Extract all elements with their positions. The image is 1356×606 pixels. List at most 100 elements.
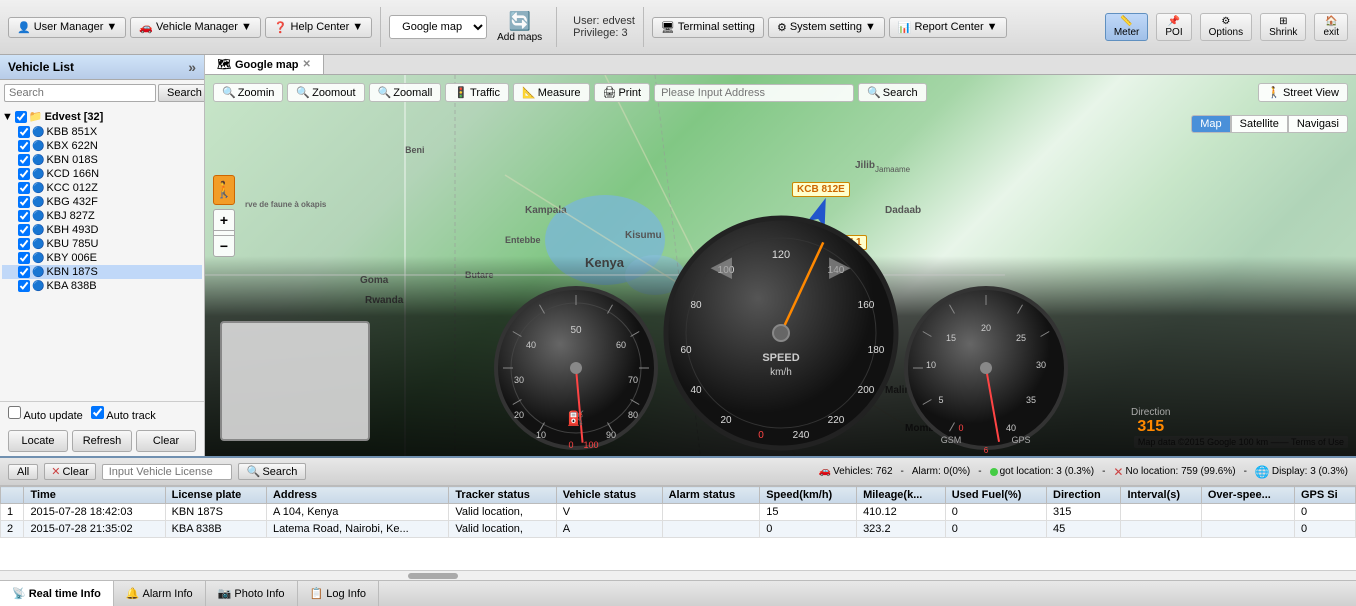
collapse-btn[interactable]: » (188, 59, 196, 75)
street-view-person[interactable]: 🚶 (213, 175, 235, 205)
poi-btn[interactable]: 📌 POI (1156, 13, 1191, 41)
map-type-navigasi[interactable]: Navigasi (1288, 115, 1348, 133)
street-view-btn[interactable]: 🚶 Street View (1258, 83, 1348, 102)
tree-item-kbn187s[interactable]: 🔵 KBN 187S (2, 265, 202, 279)
svg-text:160: 160 (857, 300, 874, 311)
tree-item-kbb851x[interactable]: 🔵 KBB 851X (2, 125, 202, 139)
table-row[interactable]: 12015-07-28 18:42:03KBN 187SA 104, Kenya… (1, 504, 1356, 521)
meter-btn[interactable]: 📏 Meter (1105, 13, 1149, 41)
vehicle-checkbox[interactable] (18, 168, 30, 180)
vehicle-checkbox[interactable] (18, 126, 30, 138)
tree-item-kbh493d[interactable]: 🔵 KBH 493D (2, 223, 202, 237)
auto-update-checkbox[interactable] (8, 406, 21, 419)
clear-btn[interactable]: Clear (136, 430, 196, 452)
action-buttons: Locate Refresh Clear (0, 426, 204, 456)
terminal-setting-btn[interactable]: 🖥 Terminal setting (652, 17, 764, 38)
user-manager-btn[interactable]: 👤 User Manager ▼ (8, 17, 126, 38)
refresh-btn[interactable]: Refresh (72, 430, 132, 452)
map-type-map[interactable]: Map (1191, 115, 1230, 133)
map-tab-close[interactable]: ✕ (303, 59, 311, 70)
vehicle-checkbox[interactable] (18, 252, 30, 264)
svg-text:100: 100 (583, 440, 598, 450)
tree-root[interactable]: ▼ 📁 Edvest [32] (2, 108, 202, 125)
tree-item-kcd166n[interactable]: 🔵 KCD 166N (2, 167, 202, 181)
table-cell: KBA 838B (165, 521, 266, 538)
vehicle-checkbox[interactable] (18, 266, 30, 278)
tree-item-kba838b[interactable]: 🔵 KBA 838B (2, 279, 202, 293)
vehicle-small-icon: 🔵 (32, 225, 44, 236)
table-cell: 315 (1047, 504, 1121, 521)
tab-alarm[interactable]: 🔔 Alarm Info (114, 581, 206, 606)
tree-item-kbu785u[interactable]: 🔵 KBU 785U (2, 237, 202, 251)
vehicle-checkbox[interactable] (18, 280, 30, 292)
gear-icon: ⚙ (777, 21, 787, 34)
table-row[interactable]: 22015-07-28 21:35:02KBA 838BLatema Road,… (1, 521, 1356, 538)
exit-btn[interactable]: 🏠 exit (1314, 13, 1348, 41)
traffic-btn[interactable]: 🚦 Traffic (445, 83, 509, 102)
table-cell: 410.12 (857, 504, 946, 521)
auto-update-label[interactable]: Auto update (8, 406, 83, 422)
data-table-container[interactable]: Time License plate Address Tracker statu… (0, 486, 1356, 570)
zoom-plus-btn[interactable]: + (213, 209, 235, 231)
tree-item-kcc012z[interactable]: 🔵 KCC 012Z (2, 181, 202, 195)
vehicle-manager-btn[interactable]: 🚗 Vehicle Manager ▼ (130, 17, 261, 38)
print-btn[interactable]: 🖨 Print (594, 83, 651, 102)
root-checkbox[interactable] (15, 111, 27, 123)
bottom-data-toolbar: All ✕ Clear 🔍 Search 🚗 Vehicles: 762 - A… (0, 458, 1356, 486)
map-tab-google[interactable]: 🗺 Google map ✕ (205, 55, 324, 74)
tree-item-kbn018s[interactable]: 🔵 KBN 018S (2, 153, 202, 167)
vehicle-small-icon: 🔵 (32, 141, 44, 152)
vehicle-checkbox[interactable] (18, 196, 30, 208)
vehicle-checkbox[interactable] (18, 238, 30, 250)
zoomout-btn[interactable]: 🔍 Zoomout (287, 83, 364, 102)
map-type-satellite[interactable]: Satellite (1231, 115, 1288, 133)
vehicle-checkbox[interactable] (18, 182, 30, 194)
shrink-btn[interactable]: ⊞ Shrink (1260, 13, 1306, 41)
tab-realtime[interactable]: 📡 Real time Info (0, 581, 114, 606)
measure-btn[interactable]: 📐 Measure (513, 83, 590, 102)
vehicle-plate-label: KBX 622N (46, 140, 97, 152)
tab-photo[interactable]: 📷 Photo Info (206, 581, 298, 606)
tree-item-kbg432f[interactable]: 🔵 KBG 432F (2, 195, 202, 209)
vehicle-checkbox[interactable] (18, 154, 30, 166)
tree-item-kby006e[interactable]: 🔵 KBY 006E (2, 251, 202, 265)
vehicle-icon: 🚗 (139, 21, 153, 34)
table-cell: 1 (1, 504, 24, 521)
vehicle-tree[interactable]: ▼ 📁 Edvest [32] 🔵 KBB 851X 🔵 KBX 622N 🔵 … (0, 106, 204, 401)
help-center-btn[interactable]: ❓ Help Center ▼ (265, 17, 372, 38)
tree-item-kbx622n[interactable]: 🔵 KBX 622N (2, 139, 202, 153)
tree-item-kbj827z[interactable]: 🔵 KBJ 827Z (2, 209, 202, 223)
add-maps-btn[interactable]: 🔄 Add maps (491, 9, 548, 45)
nav-arrow-right[interactable]: ▶ (829, 249, 851, 282)
vehicle-plate-label: KBU 785U (46, 238, 98, 250)
zoomall-btn[interactable]: 🔍 Zoomall (369, 83, 442, 102)
map-container[interactable]: Kenya Rwanda Kampala Kisumu Entebbe Jili… (205, 75, 1356, 456)
zoom-minus-btn[interactable]: − (213, 235, 235, 257)
map-search-btn[interactable]: 🔍 Search (858, 83, 927, 102)
system-setting-btn[interactable]: ⚙ System setting ▼ (768, 17, 885, 38)
h-scrollbar-thumb[interactable] (408, 573, 458, 579)
h-scrollbar[interactable] (0, 570, 1356, 580)
vehicle-checkbox[interactable] (18, 224, 30, 236)
auto-track-checkbox[interactable] (91, 406, 104, 419)
locate-btn[interactable]: Locate (8, 430, 68, 452)
svg-text:240: 240 (792, 430, 809, 441)
map-address-input[interactable] (654, 84, 854, 102)
vehicle-search-btn[interactable]: Search (158, 84, 205, 102)
options-btn[interactable]: ⚙ Options (1200, 13, 1252, 41)
speedometer-overlay: 50 40 60 30 70 20 80 10 90 0 100 (205, 256, 1356, 456)
tab-log[interactable]: 📋 Log Info (298, 581, 379, 606)
vehicle-checkbox[interactable] (18, 140, 30, 152)
all-btn[interactable]: All (8, 464, 38, 480)
zoomin-btn[interactable]: 🔍 Zoomin (213, 83, 283, 102)
license-input[interactable] (102, 464, 232, 480)
auto-track-label[interactable]: Auto track (91, 406, 156, 422)
help-icon: ❓ (274, 21, 288, 34)
bottom-clear-btn[interactable]: ✕ Clear (44, 463, 96, 480)
nav-arrow-left[interactable]: ◀ (711, 249, 733, 282)
vehicle-search-input[interactable] (4, 84, 156, 102)
map-select[interactable]: Google map (389, 15, 487, 39)
vehicle-checkbox[interactable] (18, 210, 30, 222)
report-center-btn[interactable]: 📊 Report Center ▼ (889, 17, 1007, 38)
bottom-search-btn[interactable]: 🔍 Search (238, 463, 307, 480)
